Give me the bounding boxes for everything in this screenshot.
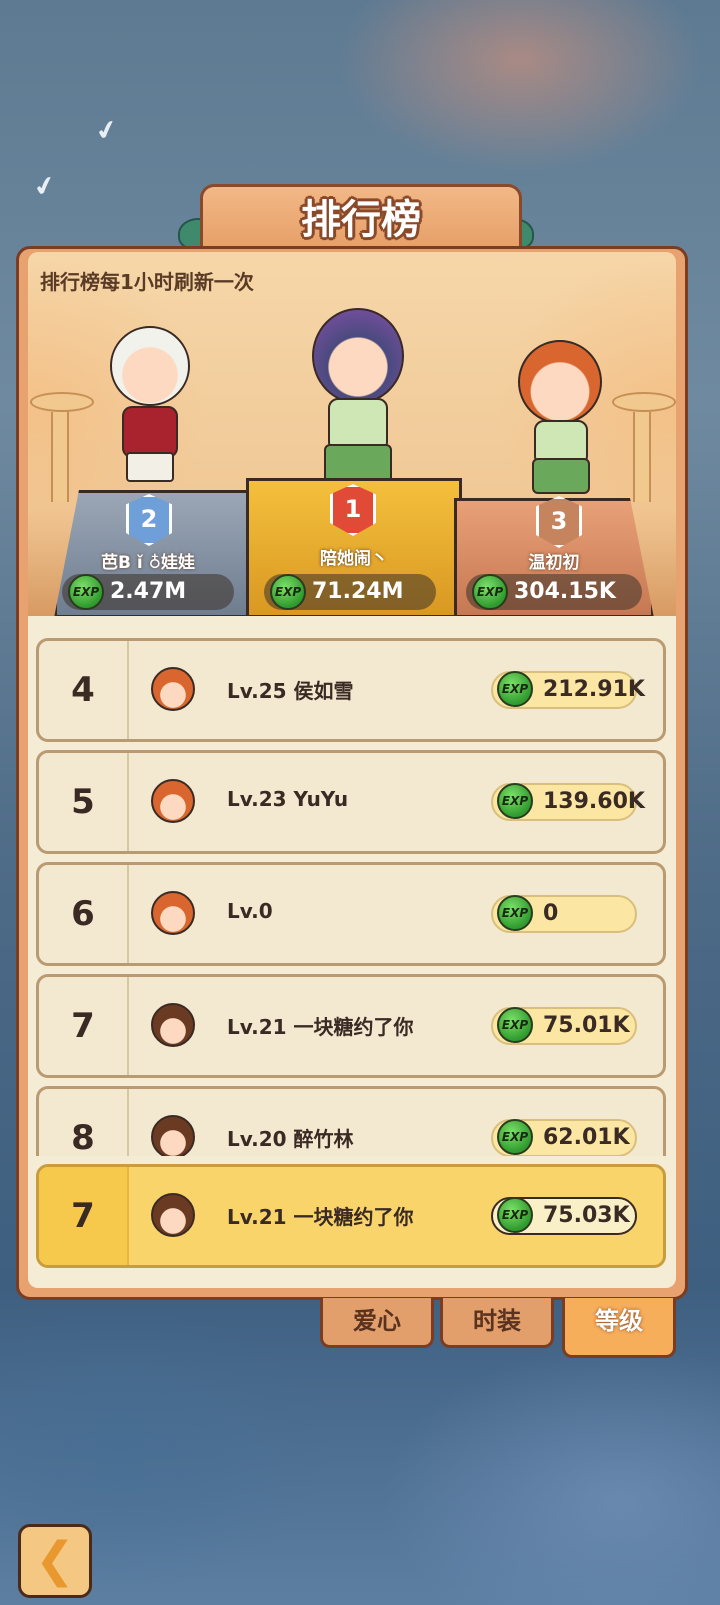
- podium-exp-rank-1: EXP 71.24M: [264, 574, 436, 610]
- row-rank: 4: [39, 641, 129, 739]
- list-item[interactable]: 8 Lv.20 醉竹林 EXP 62.01K: [36, 1086, 666, 1156]
- row-exp: EXP 0: [491, 895, 637, 933]
- exp-icon: EXP: [497, 895, 533, 931]
- podium-exp-value: 71.24M: [312, 579, 404, 604]
- list-item[interactable]: 4 Lv.25 侯如雪 EXP 212.91K: [36, 638, 666, 742]
- row-rank: 8: [39, 1089, 129, 1156]
- refresh-note: 排行榜每1小时刷新一次: [40, 270, 254, 294]
- row-level-name: Lv.25 侯如雪: [227, 679, 354, 703]
- podium-name-rank-1: 陪她闹丶: [320, 549, 388, 569]
- row-level-name: Lv.23 YuYu: [227, 787, 349, 811]
- exp-icon: EXP: [497, 783, 533, 819]
- avatar: [151, 1115, 195, 1156]
- podium-exp-rank-3: EXP 304.15K: [466, 574, 642, 610]
- row-level-name: Lv.0: [227, 899, 273, 923]
- bird-decoration: ✔: [30, 169, 60, 205]
- exp-icon: EXP: [497, 1119, 533, 1155]
- row-exp: EXP 75.01K: [491, 1007, 637, 1045]
- row-rank: 6: [39, 865, 129, 963]
- exp-icon: EXP: [270, 574, 306, 610]
- row-rank: 7: [39, 977, 129, 1075]
- podium-exp-value: 2.47M: [110, 579, 187, 604]
- avatar: [151, 1003, 195, 1047]
- row-rank: 7: [39, 1167, 129, 1265]
- row-exp: EXP 212.91K: [491, 671, 645, 709]
- list-item[interactable]: 7 Lv.21 一块糖约了你 EXP 75.01K: [36, 974, 666, 1078]
- list-item[interactable]: 6 Lv.0 EXP 0: [36, 862, 666, 966]
- row-exp: EXP 139.60K: [491, 783, 645, 821]
- character-rank-1[interactable]: [294, 306, 418, 488]
- row-exp-value: 0: [543, 901, 559, 926]
- row-exp-value: 139.60K: [543, 789, 645, 814]
- side-table-right: [612, 392, 676, 512]
- row-exp: EXP 62.01K: [491, 1119, 637, 1156]
- back-button[interactable]: ❮: [18, 1524, 92, 1598]
- podium-exp-value: 304.15K: [514, 579, 616, 604]
- my-rank-row[interactable]: 7 Lv.21 一块糖约了你 EXP 75.03K: [36, 1164, 666, 1268]
- row-level-name: Lv.21 一块糖约了你: [227, 1015, 414, 1039]
- row-exp-value: 75.03K: [543, 1203, 630, 1228]
- podium-exp-rank-2: EXP 2.47M: [62, 574, 234, 610]
- row-rank: 5: [39, 753, 129, 851]
- row-exp: EXP 75.03K: [491, 1197, 637, 1235]
- podium-name-rank-2: 芭B ǐ ♁娃娃: [100, 553, 196, 573]
- row-exp-value: 62.01K: [543, 1125, 630, 1150]
- row-exp-value: 75.01K: [543, 1013, 630, 1038]
- avatar: [151, 891, 195, 935]
- row-exp-value: 212.91K: [543, 677, 645, 702]
- character-rank-3[interactable]: [512, 336, 608, 496]
- avatar: [151, 667, 195, 711]
- exp-icon: EXP: [472, 574, 508, 610]
- exp-icon: EXP: [68, 574, 104, 610]
- exp-icon: EXP: [497, 1197, 533, 1233]
- tab-fashion[interactable]: 时装: [440, 1298, 554, 1348]
- row-level-name: Lv.21 一块糖约了你: [227, 1205, 414, 1229]
- row-level-name: Lv.20 醉竹林: [227, 1127, 354, 1151]
- exp-icon: EXP: [497, 671, 533, 707]
- back-arrow-icon: ❮: [34, 1532, 76, 1588]
- podium-name-rank-3: 温初初: [528, 553, 580, 573]
- bird-decoration: ✔: [92, 113, 122, 149]
- avatar: [151, 1193, 195, 1237]
- tab-level[interactable]: 等级: [562, 1298, 676, 1358]
- page-title: 排行榜: [301, 197, 421, 243]
- tab-love[interactable]: 爱心: [320, 1298, 434, 1348]
- avatar: [151, 779, 195, 823]
- exp-icon: EXP: [497, 1007, 533, 1043]
- list-item[interactable]: 5 Lv.23 YuYu EXP 139.60K: [36, 750, 666, 854]
- character-rank-2[interactable]: [98, 318, 198, 498]
